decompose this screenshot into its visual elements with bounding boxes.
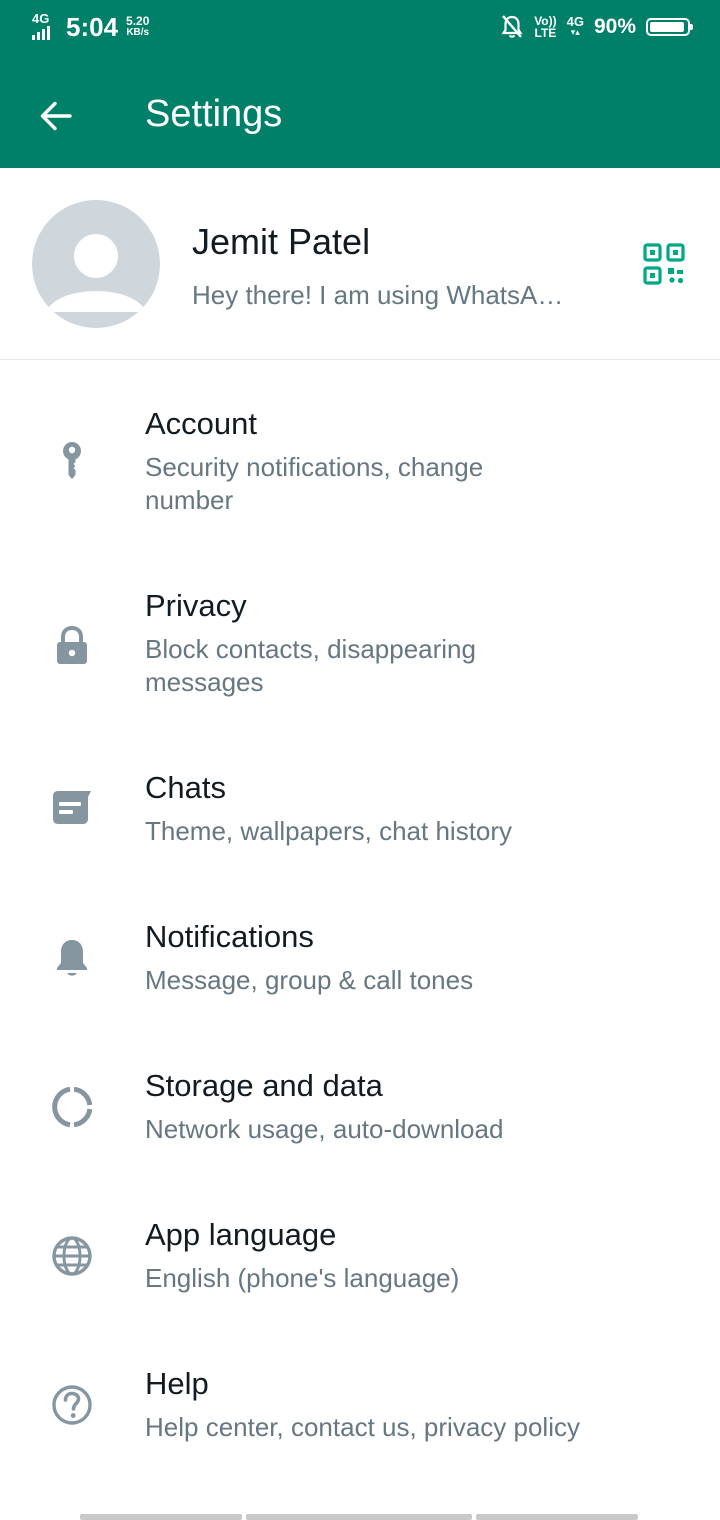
setting-item-language[interactable]: App language English (phone's language)	[0, 1211, 720, 1331]
setting-subtitle: Security notifications, change number	[145, 452, 484, 515]
setting-item-chats[interactable]: Chats Theme, wallpapers, chat history	[0, 764, 720, 884]
setting-title: Account	[145, 406, 258, 441]
setting-item-storage[interactable]: Storage and data Network usage, auto-dow…	[0, 1062, 720, 1182]
setting-title: Storage and data	[145, 1068, 383, 1103]
setting-title: Help	[145, 1366, 209, 1401]
clock: 5:04	[66, 12, 119, 42]
setting-subtitle: Theme, wallpapers, chat history	[145, 816, 513, 846]
profile-section[interactable]: Jemit Patel Hey there! I am using WhatsA…	[0, 168, 720, 360]
setting-subtitle: Message, group & call tones	[145, 965, 474, 995]
setting-subtitle: Help center, contact us, privacy policy	[145, 1412, 580, 1442]
setting-subtitle: English (phone's language)	[145, 1263, 460, 1293]
profile-name: Jemit Patel	[192, 221, 371, 262]
profile-about: Hey there! I am using WhatsA…	[192, 280, 564, 310]
back-button[interactable]	[28, 88, 84, 144]
avatar[interactable]	[32, 200, 160, 328]
scroll-peek-divider	[80, 1514, 640, 1520]
setting-item-help[interactable]: Help Help center, contact us, privacy po…	[0, 1360, 720, 1480]
app-bar: Settings	[0, 56, 720, 168]
mobile-data-indicator: 4G ▾▴	[566, 14, 584, 37]
setting-title: Notifications	[145, 919, 314, 954]
key-icon	[63, 442, 81, 479]
notifications-off-icon	[501, 15, 523, 38]
volte-indicator: Vo)) LTE	[534, 14, 557, 40]
page-title: Settings	[145, 93, 283, 135]
setting-subtitle: Block contacts, disappearing messages	[145, 634, 476, 697]
lock-icon	[57, 625, 87, 664]
help-icon	[52, 1385, 92, 1425]
qr-code-button[interactable]	[636, 236, 692, 292]
cell-signal-icon: 4G	[30, 12, 58, 42]
chat-icon	[53, 791, 91, 824]
setting-title: App language	[145, 1217, 337, 1252]
bell-icon	[57, 940, 87, 976]
setting-title: Privacy	[145, 588, 247, 623]
battery-percent: 90%	[593, 15, 636, 38]
setting-item-privacy[interactable]: Privacy Block contacts, disappearing mes…	[0, 582, 720, 732]
setting-subtitle: Network usage, auto-download	[145, 1114, 504, 1144]
setting-title: Chats	[145, 770, 226, 805]
status-bar: 4G 5:04 5.20 KB/s Vo)) LTE 4G ▾▴ 90%	[0, 0, 720, 56]
storage-circle-icon	[52, 1086, 93, 1128]
qr-code-icon	[643, 243, 685, 285]
network-type: 4G	[32, 11, 50, 26]
net-speed: 5.20 KB/s	[126, 14, 150, 38]
arrow-back-icon	[40, 101, 72, 131]
setting-item-notifications[interactable]: Notifications Message, group & call tone…	[0, 913, 720, 1033]
battery-icon	[646, 18, 693, 36]
default-avatar-icon	[46, 234, 146, 312]
globe-icon	[52, 1236, 92, 1276]
setting-item-account[interactable]: Account Security notifications, change n…	[0, 400, 720, 550]
